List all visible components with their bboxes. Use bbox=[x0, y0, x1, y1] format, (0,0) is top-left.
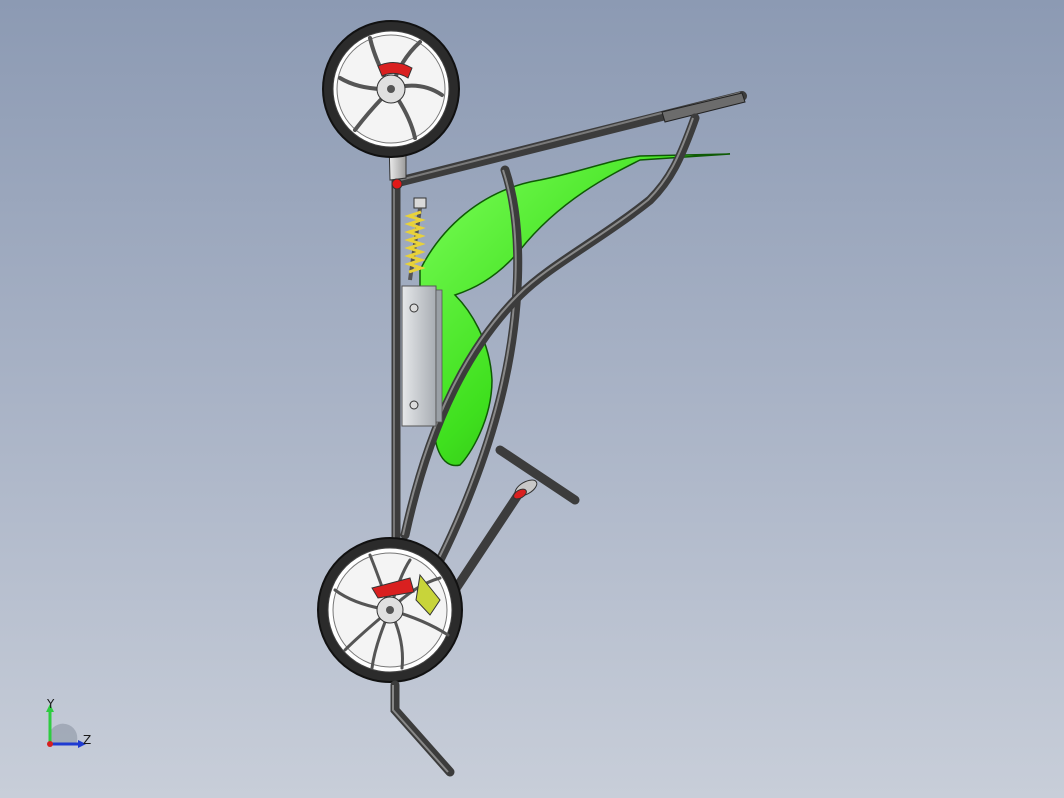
rear-stand-tube[interactable] bbox=[390, 680, 455, 777]
axis-triad: Y Z bbox=[36, 696, 106, 760]
green-fairing[interactable] bbox=[419, 153, 731, 467]
top-wheel[interactable] bbox=[322, 20, 460, 158]
3d-viewport[interactable]: Y Z bbox=[0, 0, 1064, 798]
handle-grip[interactable] bbox=[661, 92, 746, 123]
y-axis-label: Y bbox=[47, 697, 55, 711]
mounting-plate[interactable] bbox=[401, 285, 443, 427]
kickstand-assembly[interactable] bbox=[450, 445, 580, 595]
bottom-wheel[interactable] bbox=[317, 537, 463, 683]
rear-shock-absorber[interactable] bbox=[404, 197, 427, 281]
z-axis-label: Z bbox=[83, 733, 92, 747]
bike-frame-model[interactable] bbox=[0, 0, 1064, 798]
fork-pivot bbox=[391, 178, 403, 190]
